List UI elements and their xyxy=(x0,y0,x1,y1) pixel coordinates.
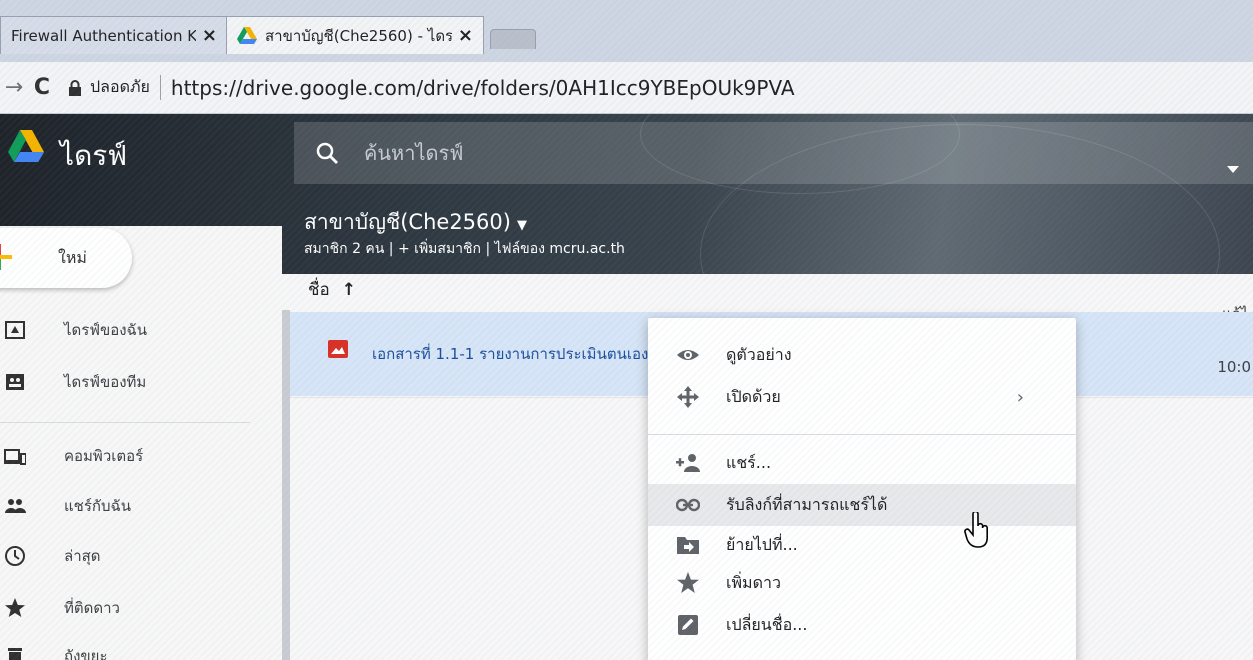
star-icon xyxy=(677,572,699,593)
menu-item-label: รับลิงก์ที่สามารถแชร์ได้ xyxy=(726,494,888,514)
search-box[interactable]: ค้นหาไดรฟ์ xyxy=(294,122,1253,184)
sidebar-item-starred[interactable]: ที่ติดดาว xyxy=(0,588,282,628)
menu-separator xyxy=(648,434,1076,435)
address-bar: → C ปลอดภัย https://drive.google.com/dri… xyxy=(0,62,1253,114)
shared-icon xyxy=(5,499,26,513)
sidebar-item-label: ล่าสุด xyxy=(64,547,101,565)
folder-dropdown-icon[interactable]: ▼ xyxy=(517,218,527,233)
menu-item-label: เปิดด้วย xyxy=(726,386,781,406)
new-button[interactable]: ใหม่ xyxy=(0,228,132,288)
star-icon xyxy=(5,598,25,617)
menu-item-label: แชร์... xyxy=(726,452,772,472)
drive-brand[interactable]: ไดรฟ์ xyxy=(60,134,127,178)
menu-item-rename[interactable]: เปลี่ยนชื่อ... xyxy=(648,604,1076,646)
submenu-chevron-icon: › xyxy=(1016,386,1024,408)
eye-icon xyxy=(677,350,699,360)
menu-item-label: เพิ่มดาว xyxy=(726,572,781,592)
context-menu: ดูตัวอย่าง เปิดด้วย › แชร์... รับลิงก์ที… xyxy=(648,318,1076,660)
url-field[interactable]: https://drive.google.com/drive/folders/0… xyxy=(171,76,795,100)
move-folder-icon xyxy=(677,537,699,554)
sidebar-item-trash[interactable]: ถังขยะ xyxy=(0,636,282,660)
team-drive-icon xyxy=(6,374,24,390)
drive-logo-icon xyxy=(8,130,44,162)
sort-up-icon[interactable]: ↑ xyxy=(342,280,356,300)
rename-icon xyxy=(678,615,698,635)
folder-title[interactable]: สาขาบัญชี(Che2560) ▼ xyxy=(304,206,527,239)
sidebar-item-label: ไดรฟ์ของทีม xyxy=(64,373,147,391)
column-name-label: ชื่อ xyxy=(308,280,330,300)
sidebar-item-computers[interactable]: คอมพิวเตอร์ xyxy=(0,436,282,476)
tab-close-icon[interactable]: × xyxy=(458,25,473,46)
browser-tab-drive[interactable]: สาขาบัญชี(Che2560) - ไดรฟ์ × xyxy=(226,16,484,54)
my-drive-icon xyxy=(5,321,25,339)
menu-item-share[interactable]: แชร์... xyxy=(648,442,1076,484)
reload-button[interactable]: C xyxy=(28,75,56,100)
browser-tab-strip: Firewall Authentication K × สาขาบัญชี(Ch… xyxy=(0,0,1253,62)
computer-icon xyxy=(4,449,26,465)
account-caret-icon[interactable] xyxy=(1227,166,1239,173)
lock-icon xyxy=(69,79,81,96)
menu-item-preview[interactable]: ดูตัวอย่าง xyxy=(648,334,1076,376)
menu-item-add-star[interactable]: เพิ่มดาว xyxy=(648,562,1076,604)
open-with-icon xyxy=(677,386,699,408)
forward-button[interactable]: → xyxy=(0,75,28,100)
sidebar-item-label: ที่ติดดาว xyxy=(64,599,120,617)
file-modified-time: 10:0 xyxy=(1217,358,1251,376)
trash-icon xyxy=(8,648,22,660)
list-left-border xyxy=(282,310,290,660)
sidebar-item-label: ถังขยะ xyxy=(64,647,108,660)
drive-favicon-icon xyxy=(237,26,257,44)
browser-tab-firewall[interactable]: Firewall Authentication K × xyxy=(0,16,228,54)
search-input[interactable]: ค้นหาไดรฟ์ xyxy=(364,137,463,169)
sidebar-item-recent[interactable]: ล่าสุด xyxy=(0,536,282,576)
folder-title-text: สาขาบัญชี(Che2560) xyxy=(304,210,511,234)
sidebar-item-my-drive[interactable]: ไดรฟ์ของฉัน xyxy=(0,310,282,350)
menu-item-open-with[interactable]: เปิดด้วย › xyxy=(648,376,1076,418)
sidebar-divider xyxy=(0,422,250,423)
tab-title: สาขาบัญชี(Che2560) - ไดรฟ์ xyxy=(265,26,452,45)
plus-icon xyxy=(0,244,12,270)
hand-cursor-icon xyxy=(964,512,988,548)
column-header-name[interactable]: ชื่อ ↑ xyxy=(308,276,356,303)
search-icon xyxy=(316,142,338,164)
menu-item-label: ดูตัวอย่าง xyxy=(726,344,792,364)
file-name[interactable]: เอกสารที่ 1.1-1 รายงานการประเมินตนเอง xyxy=(372,342,672,366)
folder-meta[interactable]: สมาชิก 2 คน | + เพิ่มสมาชิก | ไฟล์ของ mc… xyxy=(304,238,625,260)
sidebar: ใหม่ ไดรฟ์ของฉัน ไดรฟ์ของทีม คอมพิวเตอร์… xyxy=(0,226,282,660)
menu-item-get-link[interactable]: รับลิงก์ที่สามารถแชร์ได้ xyxy=(648,484,1076,526)
tab-title: Firewall Authentication K xyxy=(11,26,196,45)
image-file-icon xyxy=(328,340,348,358)
menu-item-move-to[interactable]: ย้ายไปที่... xyxy=(648,524,1076,566)
clock-icon xyxy=(5,546,25,566)
secure-label[interactable]: ปลอดภัย xyxy=(90,75,161,100)
sidebar-item-label: แชร์กับฉัน xyxy=(64,497,131,515)
share-person-icon xyxy=(676,454,700,472)
menu-item-label: เปลี่ยนชื่อ... xyxy=(726,614,808,634)
sidebar-item-label: คอมพิวเตอร์ xyxy=(64,447,144,465)
sidebar-item-team-drive[interactable]: ไดรฟ์ของทีม xyxy=(0,362,282,402)
screen: Firewall Authentication K × สาขาบัญชี(Ch… xyxy=(0,0,1253,660)
tab-close-icon[interactable]: × xyxy=(202,25,217,46)
link-icon xyxy=(676,498,700,512)
new-button-label: ใหม่ xyxy=(58,248,87,267)
menu-item-label: ย้ายไปที่... xyxy=(726,534,798,554)
sidebar-item-label: ไดรฟ์ของฉัน xyxy=(64,321,148,339)
new-tab-button[interactable] xyxy=(490,29,536,49)
sidebar-item-shared[interactable]: แชร์กับฉัน xyxy=(0,486,282,526)
